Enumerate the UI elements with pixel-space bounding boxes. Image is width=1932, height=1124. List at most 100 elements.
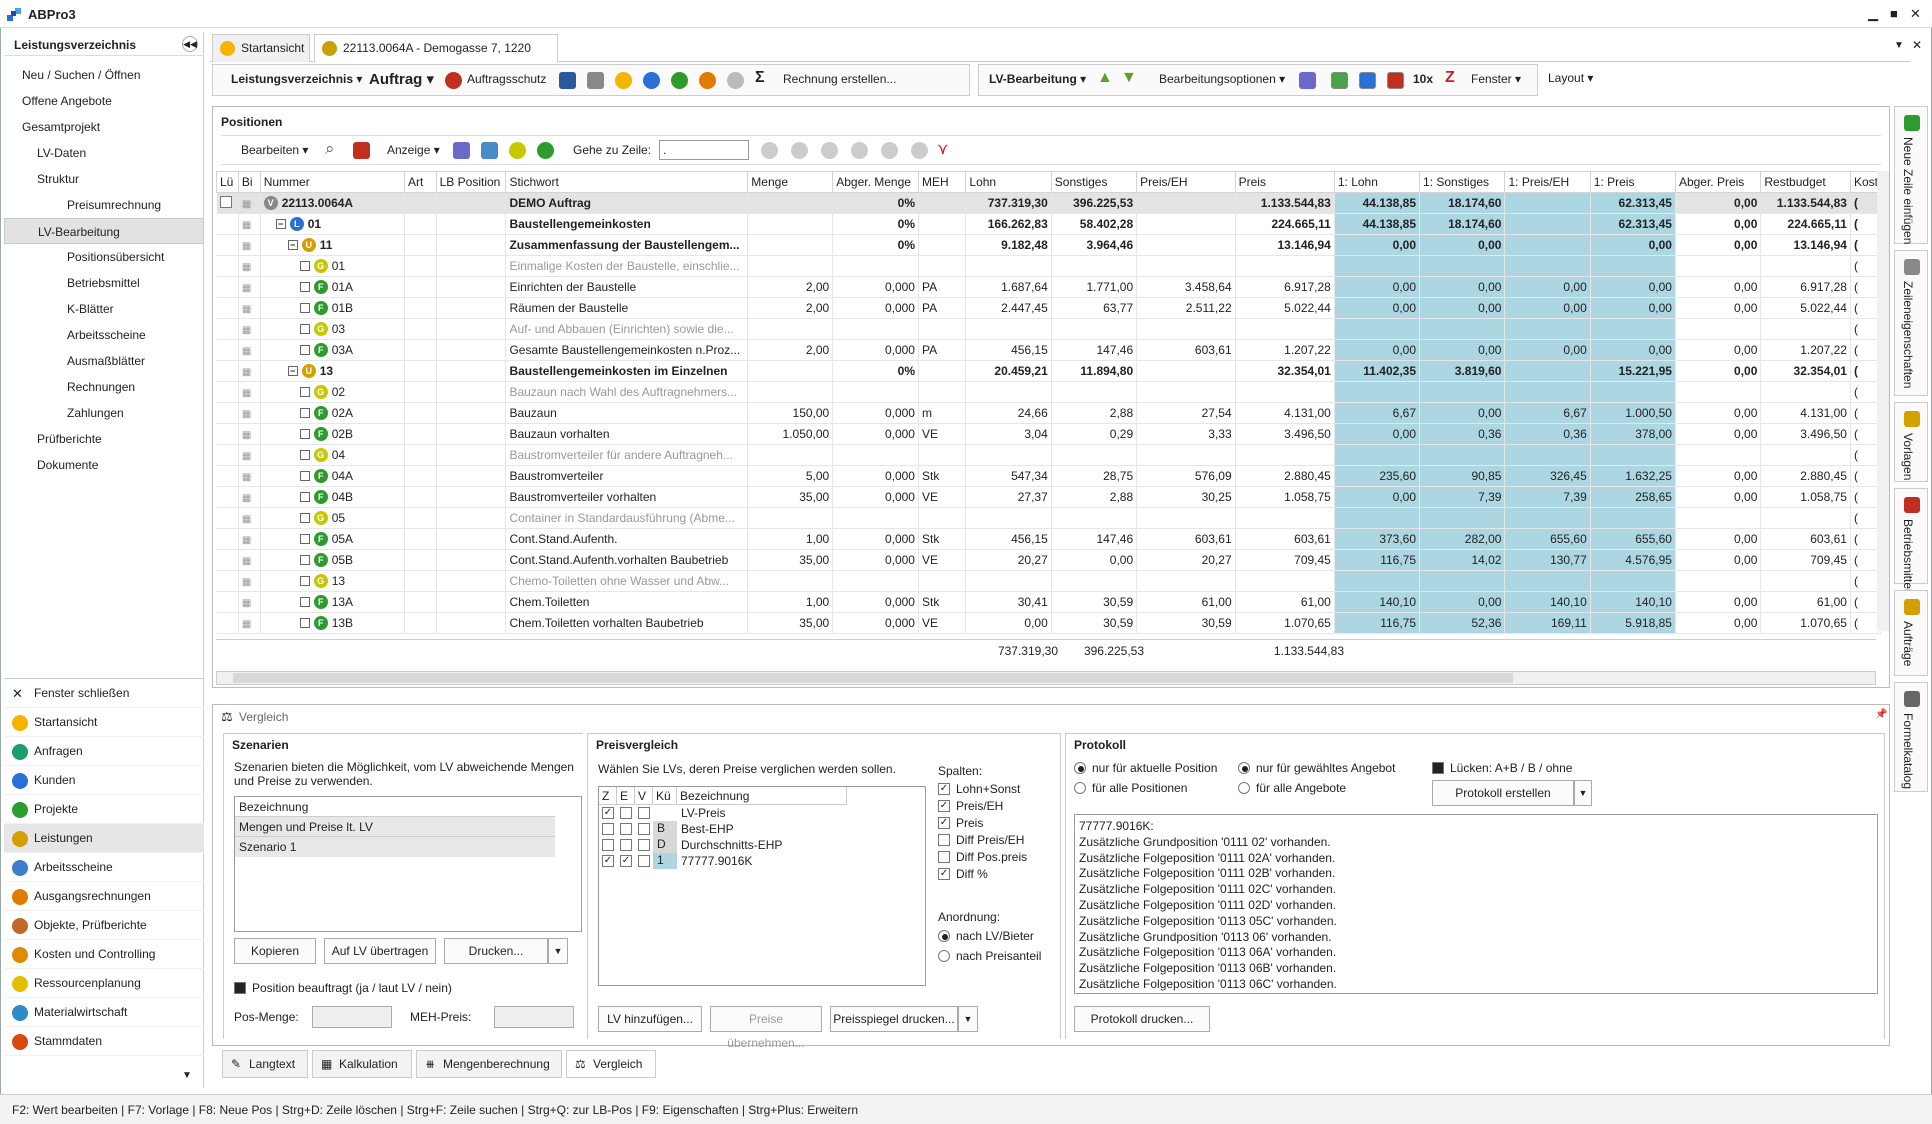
rb-cell[interactable]: 1.207,22	[1760, 339, 1851, 361]
ap-cell[interactable]: 0,00	[1675, 465, 1762, 487]
art-cell[interactable]	[404, 339, 437, 361]
stichwort-cell[interactable]: Bauzaun	[505, 402, 749, 424]
meh-cell[interactable]: VE	[918, 549, 967, 571]
v-level-icon[interactable]	[761, 142, 778, 159]
p1eh-cell[interactable]	[1504, 318, 1591, 340]
preis-cell[interactable]	[1235, 507, 1335, 529]
nummer-cell[interactable]: F 02B	[260, 423, 406, 445]
lohn-cell[interactable]: 0,00	[965, 612, 1052, 634]
peh-cell[interactable]	[1136, 507, 1236, 529]
sonst-cell[interactable]: 147,46	[1051, 339, 1138, 361]
lue-cell[interactable]	[216, 444, 239, 466]
nummer-cell[interactable]: F 05A	[260, 528, 406, 550]
h-level-icon[interactable]	[791, 142, 808, 159]
u-level-icon[interactable]	[881, 142, 898, 159]
rb-cell[interactable]: 224.665,11	[1760, 213, 1851, 235]
pv-bezeichnung[interactable]: 77777.9016K	[681, 854, 752, 868]
abg-cell[interactable]: 0,000	[832, 339, 919, 361]
bi-cell[interactable]: ▦	[238, 528, 261, 550]
table-row[interactable]: ▦ G 03 Auf- und Abbauen (Einrichten) sowie …	[216, 318, 1881, 340]
s1-cell[interactable]: 0,00	[1419, 276, 1506, 298]
close-tab-icon[interactable]: ✕	[1912, 38, 1922, 52]
ap-cell[interactable]: 0,00	[1675, 528, 1762, 550]
bi-cell[interactable]: ▦	[238, 465, 261, 487]
abg-cell[interactable]: 0%	[832, 234, 919, 256]
menge-cell[interactable]	[747, 570, 834, 592]
bi-cell[interactable]: ▦	[238, 612, 261, 634]
column-header[interactable]: Preis	[1234, 171, 1335, 193]
sonst-cell[interactable]: 63,77	[1051, 297, 1138, 319]
lb-position-cell[interactable]	[436, 423, 507, 445]
menge-cell[interactable]: 2,00	[747, 297, 834, 319]
tab-project[interactable]: 22113.0064A - Demogasse 7, 1220 Wien	[314, 34, 558, 81]
column-header[interactable]: MEH	[917, 171, 967, 193]
meh-cell[interactable]: Stk	[918, 465, 967, 487]
table-row[interactable]: ▦ − U 13 Baustellengemeinkosten im Einzelnen…	[216, 360, 1881, 382]
sonst-cell[interactable]: 0,29	[1051, 423, 1138, 445]
expand-icon[interactable]	[299, 324, 310, 335]
meh-preis-input[interactable]	[494, 1006, 574, 1028]
p1-cell[interactable]: 62.313,45	[1590, 213, 1676, 235]
tree-icon[interactable]	[1331, 72, 1348, 89]
s1-cell[interactable]: 0,00	[1419, 591, 1506, 613]
meh-cell[interactable]	[918, 381, 967, 403]
bi-cell[interactable]: ▦	[238, 423, 261, 445]
l1-cell[interactable]	[1334, 255, 1421, 277]
column-header[interactable]: Nummer	[259, 171, 406, 193]
arrow-up-icon[interactable]: ▲	[1097, 69, 1113, 87]
s1-cell[interactable]: 0,00	[1419, 234, 1506, 256]
nummer-cell[interactable]: G 02	[260, 381, 406, 403]
s1-cell[interactable]	[1419, 255, 1506, 277]
kost-cell[interactable]: (	[1850, 549, 1881, 571]
abg-cell[interactable]: 0,000	[832, 528, 919, 550]
art-cell[interactable]	[404, 360, 437, 382]
menge-cell[interactable]	[747, 234, 834, 256]
art-cell[interactable]	[404, 444, 437, 466]
preis-cell[interactable]	[1235, 381, 1335, 403]
nummer-cell[interactable]: F 05B	[260, 549, 406, 571]
meh-cell[interactable]: PA	[918, 276, 967, 298]
sidebar-item[interactable]: Ausmaßblätter	[4, 348, 204, 374]
p1eh-cell[interactable]	[1504, 381, 1591, 403]
ap-cell[interactable]	[1675, 381, 1762, 403]
menge-cell[interactable]: 1,00	[747, 528, 834, 550]
abg-cell[interactable]: 0%	[832, 360, 919, 382]
rb-cell[interactable]: 709,45	[1760, 549, 1851, 571]
rb-cell[interactable]	[1760, 318, 1851, 340]
column-header[interactable]: Bi	[237, 171, 261, 193]
bearbeitungsoptionen-menu[interactable]: Bearbeitungsoptionen ▾	[1159, 72, 1285, 86]
preis-cell[interactable]: 5.022,44	[1235, 297, 1335, 319]
p1-cell[interactable]	[1590, 507, 1676, 529]
filter-icon[interactable]	[353, 142, 370, 159]
rechnung-erstellen-button[interactable]: Rechnung erstellen...	[783, 72, 896, 86]
peh-cell[interactable]: 603,61	[1136, 339, 1236, 361]
bi-cell[interactable]: ▦	[238, 192, 261, 214]
lue-cell[interactable]	[216, 591, 239, 613]
sonst-cell[interactable]	[1051, 444, 1138, 466]
lue-cell[interactable]	[216, 192, 239, 214]
rb-cell[interactable]	[1760, 381, 1851, 403]
arrow-down-icon[interactable]: ▼	[1121, 69, 1137, 87]
peh-cell[interactable]	[1136, 192, 1236, 214]
preis-cell[interactable]: 1.133.544,83	[1235, 192, 1335, 214]
ap-cell[interactable]: 0,00	[1675, 423, 1762, 445]
save-icon[interactable]	[559, 72, 576, 89]
lb-position-cell[interactable]	[436, 381, 507, 403]
abg-cell[interactable]	[832, 444, 919, 466]
lohn-cell[interactable]	[965, 570, 1052, 592]
fence-icon[interactable]	[1387, 72, 1404, 89]
lue-cell[interactable]	[216, 507, 239, 529]
lue-cell[interactable]	[216, 276, 239, 298]
p1-cell[interactable]: 0,00	[1590, 234, 1676, 256]
table-row[interactable]: ▦ G 01 Einmalige Kosten der Baustelle, eins…	[216, 255, 1881, 277]
bi-cell[interactable]: ▦	[238, 570, 261, 592]
peh-cell[interactable]	[1136, 570, 1236, 592]
p1eh-cell[interactable]	[1504, 570, 1591, 592]
peh-cell[interactable]: 27,54	[1136, 402, 1236, 424]
ap-cell[interactable]	[1675, 444, 1762, 466]
chart-icon[interactable]: ⋎	[937, 139, 949, 159]
stichwort-cell[interactable]: Cont.Stand.Aufenth.	[505, 528, 749, 550]
p1eh-cell[interactable]	[1504, 444, 1591, 466]
bi-cell[interactable]: ▦	[238, 276, 261, 298]
lue-cell[interactable]	[216, 486, 239, 508]
